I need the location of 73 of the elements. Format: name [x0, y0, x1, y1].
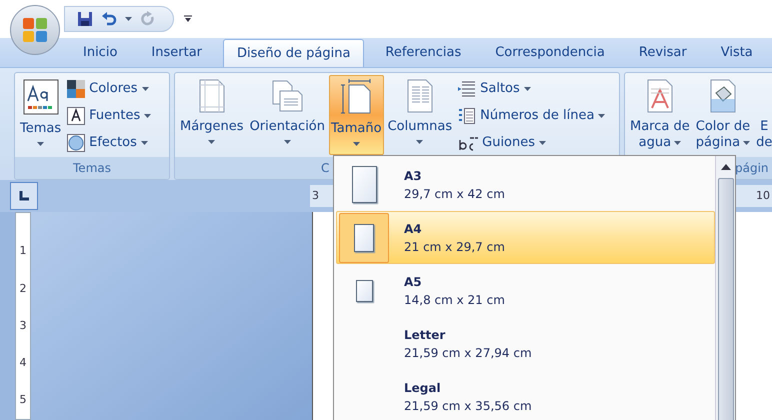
- ribbon-small-button[interactable]: Colores: [67, 78, 152, 100]
- ribbon-small-button[interactable]: Guiones: [458, 132, 606, 154]
- save-icon[interactable]: [77, 11, 93, 27]
- size-name: Legal: [404, 380, 442, 398]
- customize-caret-icon[interactable]: [184, 15, 192, 23]
- ruler-number: 1: [20, 243, 26, 260]
- ruler-number: 3: [312, 188, 319, 204]
- size-name: A4: [404, 220, 423, 238]
- font-icon: [67, 107, 86, 125]
- size-dimensions: 14,8 cm x 21 cm: [404, 292, 505, 309]
- size-dimensions: 21 cm x 29,7 cm: [404, 238, 505, 256]
- ribbon-button[interactable]: Temas: [18, 75, 64, 155]
- page-icon: [356, 280, 372, 302]
- undo-icon[interactable]: [101, 11, 117, 27]
- page-size-option[interactable]: A3 29,7 cm x 42 cm: [336, 158, 715, 212]
- caret-icon: [539, 141, 546, 145]
- size-name: A3: [404, 168, 423, 185]
- page-size-icon: [339, 79, 374, 115]
- ribbon-small-button[interactable]: Fuentes: [67, 105, 152, 127]
- ribbon-button[interactable]: E de: [754, 75, 772, 155]
- caret-icon: [125, 17, 132, 21]
- ruler-number: 5: [20, 392, 26, 408]
- size-name: Letter: [404, 327, 446, 344]
- caret-icon: [144, 114, 152, 118]
- page-size-option[interactable]: Legal 21,59 cm x 35,56 cm: [336, 370, 715, 420]
- tab-stop-icon: [19, 191, 29, 201]
- page-icon: [354, 224, 374, 252]
- scroll-thumb[interactable]: [718, 178, 734, 420]
- effects-circle-icon: [67, 134, 86, 152]
- size-dimensions: 21,59 cm x 35,56 cm: [404, 398, 532, 416]
- line-numbers-icon: [458, 107, 476, 125]
- ribbon-button[interactable]: Columnas: [386, 75, 454, 155]
- ruler-number: 4: [20, 354, 26, 371]
- caret-icon: [142, 87, 149, 91]
- scroll-up-icon[interactable]: [720, 164, 730, 170]
- ribbon-tab[interactable]: Insertar: [138, 39, 216, 67]
- group-label: págin: [735, 160, 769, 177]
- ribbon-tab[interactable]: Vista: [708, 39, 766, 67]
- ribbon-tab[interactable]: Inicio: [70, 39, 130, 67]
- page-size-option[interactable]: A5 14,8 cm x 21 cm: [336, 264, 715, 318]
- scrollbar[interactable]: [715, 156, 735, 420]
- breaks-icon: [458, 80, 476, 98]
- ribbon-button[interactable]: Márgenes: [178, 75, 246, 155]
- size-dimensions: 29,7 cm x 42 cm: [404, 186, 505, 203]
- caret-icon: [524, 87, 531, 91]
- ribbon-button[interactable]: Color de página: [694, 75, 752, 155]
- size-name: A5: [404, 274, 423, 291]
- ribbon-small-button[interactable]: Saltos: [458, 78, 606, 100]
- group-label: C: [321, 160, 330, 177]
- ribbon-button[interactable]: Orientación: [248, 75, 328, 155]
- ribbon-small-button[interactable]: Números de línea: [458, 105, 606, 127]
- ruler-number: 10: [756, 188, 770, 204]
- page-size-option[interactable]: Letter 21,59 cm x 27,94 cm: [336, 318, 715, 371]
- size-dimensions: 21,59 cm x 27,94 cm: [404, 345, 532, 362]
- page-icon: [352, 166, 376, 204]
- ribbon-tab[interactable]: Revisar: [626, 39, 700, 67]
- page-size-option[interactable]: A4 21 cm x 29,7 cm: [336, 211, 715, 264]
- caret-icon: [598, 114, 606, 118]
- ribbon-tab[interactable]: Correspondencia: [482, 39, 618, 67]
- office-logo-icon: [22, 17, 48, 43]
- ribbon-button[interactable]: Tamaño: [329, 75, 384, 155]
- ribbon-small-button[interactable]: Efectos: [67, 132, 152, 154]
- ribbon-tab[interactable]: Referencias: [372, 39, 474, 67]
- ruler-number: 3: [20, 318, 26, 334]
- orientation-icon: [270, 79, 304, 113]
- tab-stop-selector[interactable]: [10, 182, 38, 210]
- color-palette-icon: [67, 80, 86, 98]
- group-label: Temas: [73, 160, 111, 177]
- ribbon-tab[interactable]: Diseño de página: [223, 39, 364, 67]
- ruler-number: 2: [20, 280, 26, 297]
- ribbon-button[interactable]: Marca de agua: [628, 75, 692, 155]
- caret-icon: [140, 141, 148, 145]
- themes-icon: [22, 79, 59, 115]
